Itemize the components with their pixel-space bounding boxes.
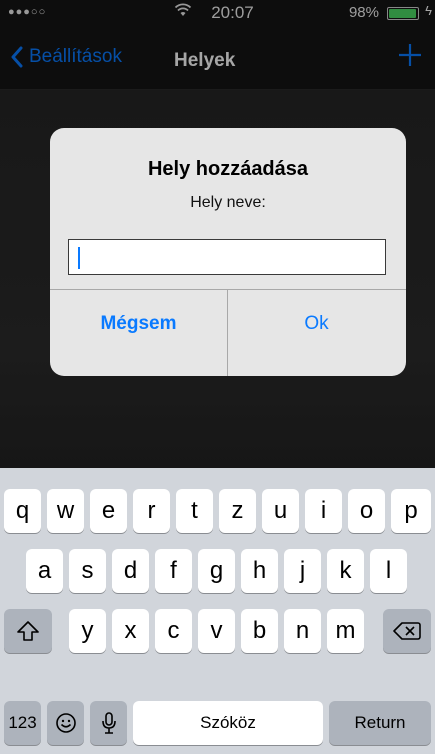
key-b[interactable]: b (241, 609, 278, 653)
key-s[interactable]: s (69, 549, 106, 593)
numbers-key[interactable]: 123 (4, 701, 41, 745)
key-w[interactable]: w (47, 489, 84, 533)
key-g[interactable]: g (198, 549, 235, 593)
key-f[interactable]: f (155, 549, 192, 593)
key-a[interactable]: a (26, 549, 63, 593)
ok-button[interactable]: Ok (228, 290, 405, 376)
dictation-key[interactable] (90, 701, 127, 745)
emoji-key[interactable] (47, 701, 84, 745)
keyboard: q w e r t z u i o p a s d f g h j k l y … (0, 468, 435, 754)
key-p[interactable]: p (391, 489, 431, 533)
emoji-icon (55, 713, 76, 733)
shift-icon (17, 621, 39, 641)
key-h[interactable]: h (241, 549, 278, 593)
key-e[interactable]: e (90, 489, 127, 533)
space-key[interactable]: Szóköz (133, 701, 323, 745)
key-y[interactable]: y (69, 609, 106, 653)
key-u[interactable]: u (262, 489, 299, 533)
key-c[interactable]: c (155, 609, 192, 653)
key-i[interactable]: i (305, 489, 342, 533)
key-t[interactable]: t (176, 489, 213, 533)
key-d[interactable]: d (112, 549, 149, 593)
key-r[interactable]: r (133, 489, 170, 533)
key-o[interactable]: o (348, 489, 385, 533)
add-place-dialog: Hely hozzáadása Hely neve: Mégsem Ok (50, 128, 406, 376)
backspace-key[interactable] (383, 609, 431, 653)
text-cursor (78, 247, 80, 269)
key-v[interactable]: v (198, 609, 235, 653)
backspace-icon (393, 622, 421, 640)
return-key[interactable]: Return (329, 701, 431, 745)
key-m[interactable]: m (327, 609, 364, 653)
key-k[interactable]: k (327, 549, 364, 593)
microphone-icon (101, 712, 116, 734)
key-z[interactable]: z (219, 489, 256, 533)
dialog-title: Hely hozzáadása (147, 158, 309, 180)
shift-key[interactable] (4, 609, 52, 653)
key-l[interactable]: l (370, 549, 407, 593)
dialog-message: Hely neve: (190, 194, 266, 211)
key-x[interactable]: x (112, 609, 149, 653)
key-n[interactable]: n (284, 609, 321, 653)
key-j[interactable]: j (284, 549, 321, 593)
key-q[interactable]: q (4, 489, 41, 533)
place-name-input[interactable] (68, 239, 386, 275)
cancel-button[interactable]: Mégsem (50, 290, 227, 376)
